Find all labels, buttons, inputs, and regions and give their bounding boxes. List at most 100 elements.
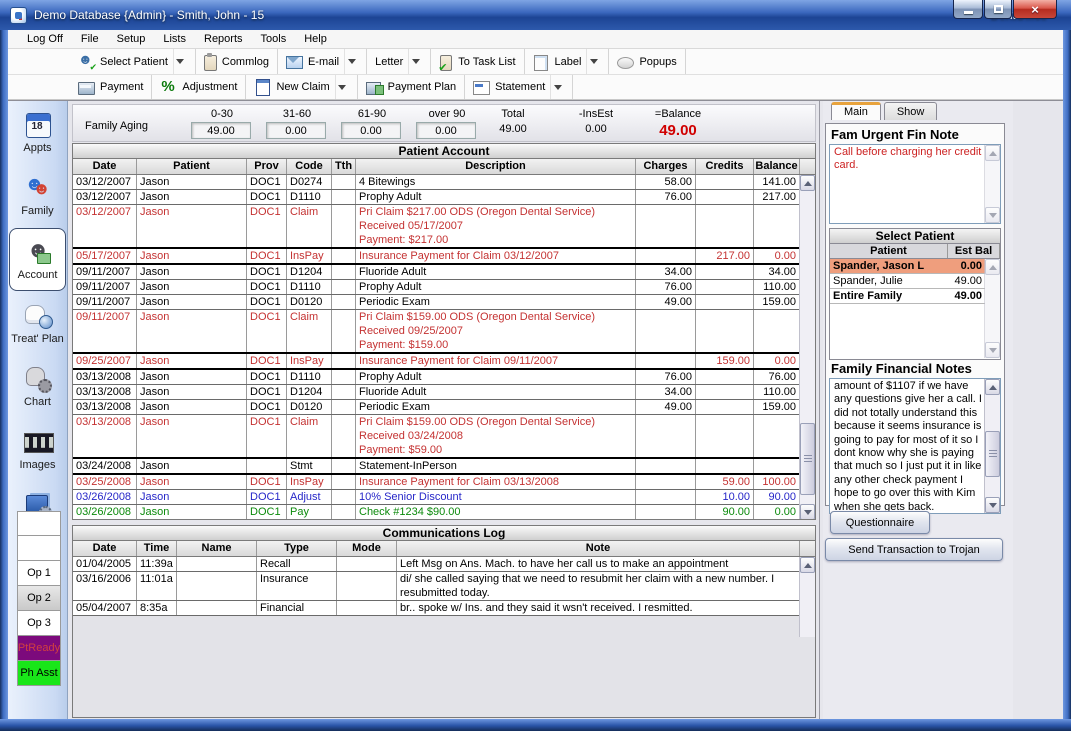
account-row[interactable]: 03/12/2007JasonDOC1D02744 Bitewings58.00…: [73, 175, 800, 190]
urgent-note-scrollbar[interactable]: [984, 145, 1000, 223]
menu-item-file[interactable]: File: [72, 31, 108, 47]
account-row[interactable]: 09/11/2007JasonDOC1D1110Prophy Adult76.0…: [73, 280, 800, 295]
sidebar-item-family[interactable]: Family: [8, 164, 67, 227]
appts-icon: 18: [23, 111, 53, 139]
toolbar-button-label: E-mail: [308, 56, 339, 68]
scroll-up-arrow-icon[interactable]: [985, 145, 1000, 161]
status-button-ptready[interactable]: PtReady: [17, 636, 61, 661]
toolbar-button-to-task-list[interactable]: To Task List: [431, 49, 524, 74]
select-patient-row[interactable]: Spander, Julie49.00: [830, 274, 985, 289]
menu-item-tools[interactable]: Tools: [252, 31, 296, 47]
toolbar-button-commlog[interactable]: Commlog: [196, 49, 278, 74]
dropdown-arrow-icon[interactable]: [173, 49, 187, 74]
menu-item-setup[interactable]: Setup: [108, 31, 155, 47]
scroll-down-arrow-icon[interactable]: [985, 497, 1000, 513]
select-patient-list: Spander, Jason L0.00Spander, Julie49.00E…: [829, 259, 1001, 360]
sidebar-item-images[interactable]: Images: [8, 418, 67, 481]
account-cell-code: D1204: [287, 385, 332, 399]
maximize-button[interactable]: [984, 0, 1012, 19]
commlog-scrollbar[interactable]: [799, 557, 815, 637]
account-row[interactable]: 03/12/2007JasonDOC1D1110Prophy Adult76.0…: [73, 190, 800, 205]
operatory-button-op3[interactable]: Op 3: [17, 611, 61, 636]
account-scrollbar-thumb[interactable]: [800, 423, 815, 495]
account-row[interactable]: 03/13/2008JasonDOC1D0120Periodic Exam49.…: [73, 400, 800, 415]
menu-item-log-off[interactable]: Log Off: [18, 31, 72, 47]
scroll-up-arrow-icon[interactable]: [800, 175, 815, 191]
account-row[interactable]: 03/25/2008JasonDOC1InsPayInsurance Payme…: [73, 475, 800, 490]
tab-main[interactable]: Main: [831, 102, 881, 120]
account-row[interactable]: 03/13/2008JasonDOC1D1110Prophy Adult76.0…: [73, 370, 800, 385]
account-row[interactable]: 09/11/2007JasonDOC1D0120Periodic Exam49.…: [73, 295, 800, 310]
account-row[interactable]: 03/13/2008JasonDOC1D1204Fluoride Adult34…: [73, 385, 800, 400]
select-patient-row[interactable]: Entire Family49.00: [830, 289, 985, 304]
account-row[interactable]: 09/11/2007JasonDOC1D1204Fluoride Adult34…: [73, 265, 800, 280]
tab-show[interactable]: Show: [884, 102, 938, 120]
toolbar-row-1: Select Patient Commlog E-mail LetterTo Task…: [8, 49, 1063, 75]
toolbar-button-payment-plan[interactable]: Payment Plan: [358, 75, 465, 99]
scroll-down-arrow-icon[interactable]: [985, 342, 1000, 358]
dropdown-arrow-icon[interactable]: [550, 75, 564, 99]
sidebar-item-chart[interactable]: Chart: [8, 355, 67, 418]
operatory-button-op1[interactable]: Op 1: [17, 561, 61, 586]
operatory-button-op2[interactable]: Op 2: [17, 586, 61, 611]
scroll-down-arrow-icon[interactable]: [800, 504, 815, 520]
account-cell-prov: DOC1: [247, 295, 287, 309]
account-cell-patient: Jason: [137, 280, 247, 294]
operatory-blank[interactable]: [17, 536, 61, 561]
toolbar-button-letter[interactable]: Letter: [367, 49, 431, 74]
patient-account-section: Patient Account DatePatientProvCodeTthDe…: [72, 143, 816, 520]
toolbar-button-label: Commlog: [222, 56, 269, 68]
questionnaire-button[interactable]: Questionnaire: [830, 511, 930, 534]
menu-item-reports[interactable]: Reports: [195, 31, 252, 47]
dropdown-arrow-icon[interactable]: [586, 49, 600, 74]
account-cell-code: InsPay: [287, 249, 332, 263]
financial-notes-scrollbar[interactable]: [984, 379, 1000, 513]
sidebar-item-appts[interactable]: 18Appts: [8, 101, 67, 164]
select-patient-scrollbar[interactable]: [984, 259, 1000, 358]
account-grid: 03/12/2007JasonDOC1D02744 Bitewings58.00…: [72, 175, 816, 520]
scroll-down-arrow-icon[interactable]: [985, 207, 1000, 223]
toolbar-button-adjustment[interactable]: Adjustment: [152, 75, 246, 99]
commlog-row[interactable]: 05/04/20078:35aFinancialbr.. spoke w/ In…: [73, 601, 800, 616]
financial-notes-box[interactable]: amount of $1107 if we have any questions…: [829, 378, 1001, 514]
minimize-button[interactable]: [953, 0, 983, 19]
status-button-phasst[interactable]: Ph Asst: [17, 661, 61, 686]
toolbar-button-e-mail[interactable]: E-mail: [278, 49, 367, 74]
dropdown-arrow-icon[interactable]: [335, 75, 349, 99]
toolbar-button-new-claim[interactable]: New Claim: [246, 75, 357, 99]
select-patient-row[interactable]: Spander, Jason L0.00: [830, 259, 985, 274]
scroll-up-arrow-icon[interactable]: [985, 379, 1000, 395]
account-row[interactable]: 03/12/2007JasonDOC1ClaimPri Claim $217.0…: [73, 205, 800, 249]
toolbar-button-label[interactable]: Label: [525, 49, 610, 74]
send-transaction-trojan-button[interactable]: Send Transaction to Trojan: [825, 538, 1003, 561]
account-row[interactable]: 03/24/2008JasonStmtStatement-InPerson: [73, 459, 800, 475]
dropdown-arrow-icon[interactable]: [408, 49, 422, 74]
calendar-day-badge: 18: [26, 121, 49, 132]
account-row[interactable]: 09/11/2007JasonDOC1ClaimPri Claim $159.0…: [73, 310, 800, 354]
account-row[interactable]: 09/25/2007JasonDOC1InsPayInsurance Payme…: [73, 354, 800, 370]
scroll-up-arrow-icon[interactable]: [800, 557, 815, 573]
financial-notes-scrollbar-thumb[interactable]: [985, 431, 1000, 477]
urgent-note-box[interactable]: Call before charging her credit card.: [829, 144, 1001, 224]
toolbar-button-popups[interactable]: Popups: [609, 49, 685, 74]
account-row[interactable]: 03/26/2008JasonDOC1Adjust10% Senior Disc…: [73, 490, 800, 505]
account-scrollbar[interactable]: [799, 175, 815, 520]
account-row[interactable]: 05/17/2007JasonDOC1InsPayInsurance Payme…: [73, 249, 800, 265]
menu-item-lists[interactable]: Lists: [154, 31, 195, 47]
operatory-blank[interactable]: [17, 511, 61, 536]
sidebar-item-treatplan[interactable]: Treat' Plan: [8, 292, 67, 355]
account-row[interactable]: 03/26/2008JasonDOC1PayCheck #1234 $90.00…: [73, 505, 800, 520]
communications-log-section: Communications Log DateTimeNameTypeModeN…: [72, 525, 816, 718]
menu-item-help[interactable]: Help: [295, 31, 336, 47]
account-cell-date: 03/13/2008: [73, 370, 137, 384]
close-button[interactable]: ×: [1013, 0, 1057, 19]
commlog-row[interactable]: 01/04/200511:39aRecallLeft Msg on Ans. M…: [73, 557, 800, 572]
scroll-up-arrow-icon[interactable]: [985, 259, 1000, 275]
dropdown-arrow-icon[interactable]: [344, 49, 358, 74]
toolbar-button-payment[interactable]: Payment: [70, 75, 152, 99]
toolbar-button-statement[interactable]: Statement: [465, 75, 573, 99]
commlog-row[interactable]: 03/16/200611:01aInsurancedi/ she called …: [73, 572, 800, 601]
account-row[interactable]: 03/13/2008JasonDOC1ClaimPri Claim $159.0…: [73, 415, 800, 459]
sidebar-item-account[interactable]: Account: [9, 228, 66, 291]
toolbar-button-select-patient[interactable]: Select Patient: [70, 49, 196, 74]
